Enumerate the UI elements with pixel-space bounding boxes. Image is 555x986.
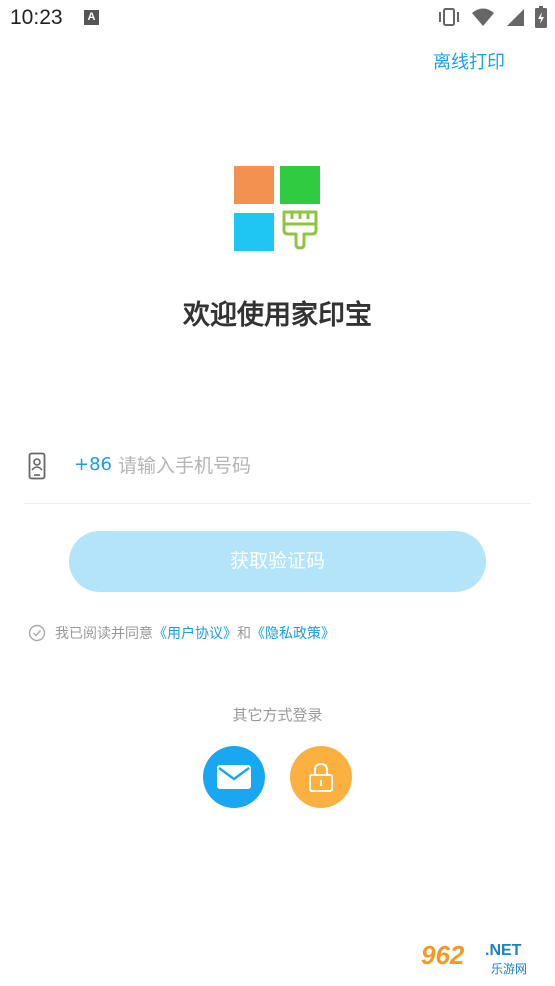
other-login-label: 其它方式登录 [232,706,323,724]
offline-print-link[interactable]: 离线打印 [433,48,505,74]
user-agreement-link[interactable]: 《用户协议》 [153,623,237,643]
phone-number-input[interactable] [116,448,500,484]
battery-icon [535,6,547,28]
watermark-name: 乐游网 [491,962,528,976]
phone-input-row: +86 [24,440,531,504]
get-verification-code-button[interactable]: 获取验证码 [69,531,486,592]
app-logo [234,166,322,254]
agreement-and: 和 [237,626,251,642]
status-icons [437,6,547,28]
agreement-row: 我已阅读并同意 《用户协议》 和 《隐私政策》 [28,622,335,644]
agreement-checkbox-icon[interactable] [28,624,46,642]
lock-icon [309,762,333,792]
agreement-prefix: 我已阅读并同意 [55,626,153,642]
watermark-suffix: .NET [485,942,522,959]
logo-orange-square [234,166,274,204]
signal-icon [507,9,524,26]
privacy-policy-link[interactable]: 《隐私政策》 [251,623,335,643]
status-time: 10:23 [10,6,63,29]
notification-a-icon: A [84,10,99,25]
email-icon [217,765,251,789]
watermark-logo: 962 .NET 乐游网 [417,940,547,978]
paint-brush-icon [282,210,318,250]
vibrate-icon [439,8,459,26]
phone-contact-icon [28,452,46,480]
password-login-button[interactable] [290,746,352,808]
email-login-button[interactable] [203,746,265,808]
country-code[interactable]: +86 [74,454,112,475]
logo-blue-square [234,213,274,251]
logo-green-square [280,166,320,204]
status-bar: 10:23 A [0,0,555,38]
wifi-icon [472,8,494,26]
watermark-number: 962 [421,940,465,970]
welcome-title: 欢迎使用家印宝 [183,300,372,331]
